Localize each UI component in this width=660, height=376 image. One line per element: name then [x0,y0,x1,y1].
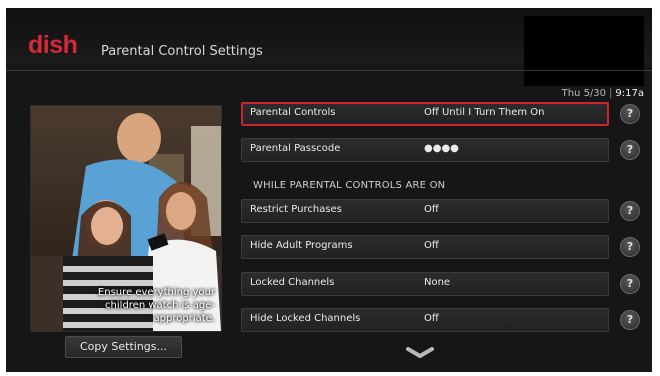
question-mark-icon[interactable]: ? [620,310,640,330]
separator: | [609,88,613,99]
dish-logo: dish [28,31,78,59]
setting-label: Restrict Purchases [250,204,342,215]
chevron-down-icon[interactable] [406,347,434,359]
question-mark-icon[interactable]: ? [620,140,640,160]
setting-label: Hide Locked Channels [250,313,361,324]
question-mark-icon[interactable]: ? [620,237,640,257]
promo-caption: Ensure everything your children watch is… [97,287,215,324]
setting-row-parental-passcode[interactable]: Parental Passcode ●●●● [241,138,609,162]
setting-row-restrict-purchases[interactable]: Restrict Purchases Off [241,199,609,223]
setting-value: None [424,277,451,288]
setting-label: Hide Adult Programs [250,240,353,251]
date-text: Thu 5/30 [561,88,607,99]
setting-row-locked-channels[interactable]: Locked Channels None [241,272,609,296]
setting-value: Off [424,240,439,251]
picture-in-picture-window [524,16,644,86]
section-header: WHILE PARENTAL CONTROLS ARE ON [253,180,446,191]
promo-image: Ensure everything your children watch is… [30,105,222,332]
setting-row-parental-controls[interactable]: Parental Controls Off Until I Turn Them … [241,102,609,126]
question-mark-icon[interactable]: ? [620,274,640,294]
time-text: 9:17a [615,88,644,99]
page-title: Parental Control Settings [101,44,263,59]
question-mark-icon[interactable]: ? [620,201,640,221]
tv-screen: dish Parental Control Settings Thu 5/30 |… [6,8,652,372]
setting-value: Off Until I Turn Them On [424,107,545,118]
question-mark-icon[interactable]: ? [620,104,640,124]
setting-value: Off [424,313,439,324]
header-divider [6,70,652,71]
setting-row-hide-adult-programs[interactable]: Hide Adult Programs Off [241,235,609,259]
setting-row-hide-locked-channels[interactable]: Hide Locked Channels Off [241,308,609,332]
setting-label: Parental Controls [250,107,336,118]
setting-value: ●●●● [424,143,459,154]
setting-value: Off [424,204,439,215]
setting-label: Locked Channels [250,277,335,288]
date-time-display: Thu 5/30 | 9:17a [562,88,644,99]
setting-label: Parental Passcode [250,143,341,154]
copy-settings-button[interactable]: Copy Settings... [65,336,182,358]
